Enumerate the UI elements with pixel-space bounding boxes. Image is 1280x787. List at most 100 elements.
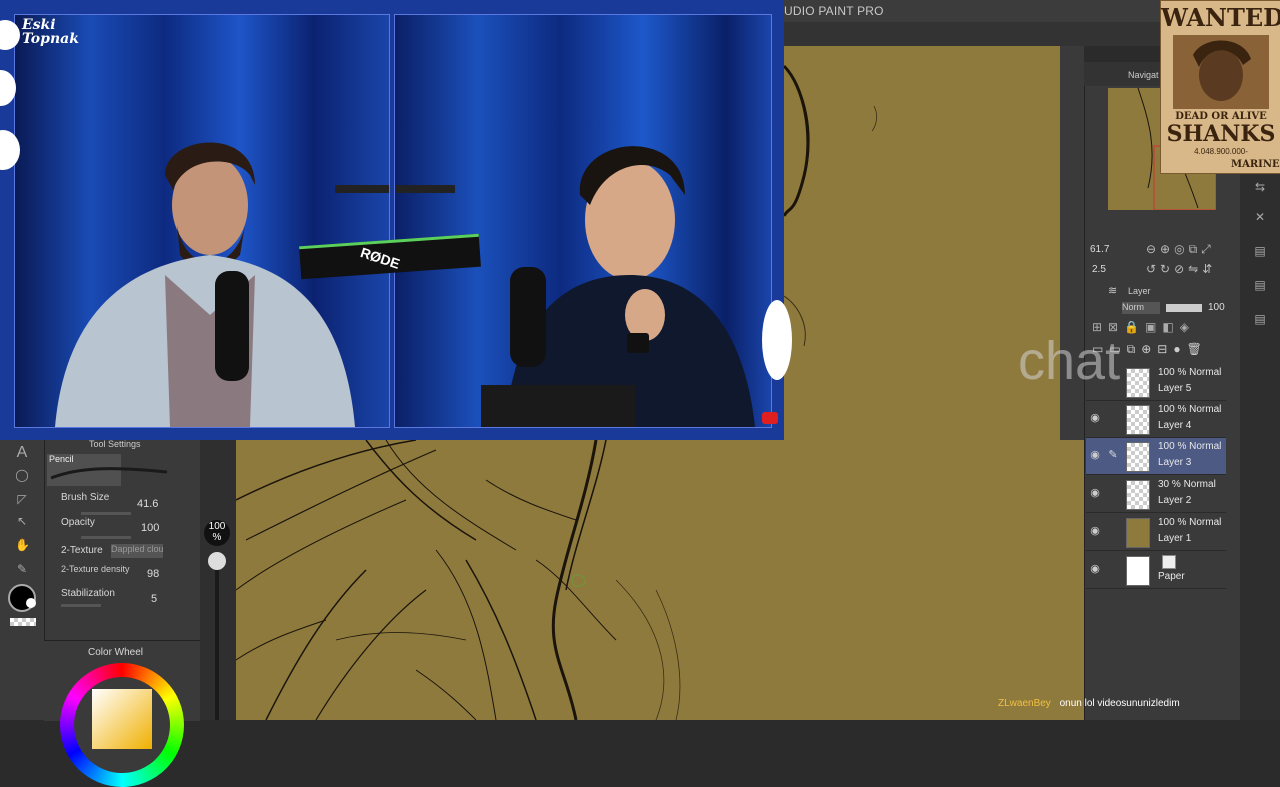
brush-size-value[interactable]: 41.6 — [137, 498, 158, 510]
zoom-indicator: 100 % — [204, 520, 230, 546]
tool-settings-title: Tool Settings — [89, 439, 141, 449]
texture-density-value[interactable]: 98 — [147, 568, 159, 580]
layer-blend: 100 % Normal — [1158, 367, 1222, 378]
panel-icon[interactable]: ▤ — [1253, 244, 1267, 258]
layer-opacity-value[interactable]: 100 — [1208, 302, 1225, 313]
youtube-icon — [762, 412, 778, 424]
layer-blend: 100 % Normal — [1158, 441, 1222, 452]
menu-bar — [784, 22, 1160, 46]
layer-row[interactable]: ◉ Paper — [1086, 552, 1226, 589]
zoom-slider-handle[interactable] — [208, 552, 226, 570]
chat-watermark: chat — [1018, 331, 1121, 391]
brush-size-label: Brush Size — [61, 492, 110, 503]
layer-blend: 100 % Normal — [1158, 517, 1222, 528]
saturation-square[interactable] — [92, 689, 152, 749]
eye-icon[interactable]: ◉ — [1088, 411, 1102, 425]
layer-opacity-slider[interactable] — [1166, 304, 1202, 312]
opacity-slider[interactable] — [81, 536, 131, 539]
eye-icon[interactable]: ◉ — [1088, 524, 1102, 538]
drawing-canvas-lower[interactable] — [236, 440, 1086, 720]
channel-logo: Eski Topnak — [22, 17, 79, 68]
wanted-portrait — [1173, 35, 1269, 109]
white-shape-right — [762, 300, 792, 380]
paper-icon — [1162, 555, 1176, 569]
layer-thumbnail — [1126, 405, 1150, 435]
color-wheel-title: Color Wheel — [88, 647, 144, 658]
opacity-value[interactable]: 100 — [141, 522, 159, 534]
wanted-name: SHANKS — [1166, 121, 1276, 147]
lasso-tool-icon[interactable]: ◯ — [15, 468, 29, 482]
white-shapes — [0, 20, 22, 170]
chat-message: ZLwaenBey onun lol videosununizledim — [998, 698, 1180, 709]
layer-thumbnail — [1126, 442, 1150, 472]
color-wheel[interactable] — [60, 663, 184, 787]
opacity-label: Opacity — [61, 517, 95, 528]
eye-icon[interactable]: ◉ — [1088, 486, 1102, 500]
navigator-rotate-buttons[interactable]: ↺↻⊘⇋⇵ — [1146, 262, 1216, 276]
person-left — [55, 142, 389, 427]
layer-row-active[interactable]: ◉ ✎ 100 % Normal Layer 3 — [1086, 438, 1226, 475]
zoom-slider-track[interactable] — [215, 560, 219, 720]
eye-icon[interactable]: ◉ — [1088, 448, 1102, 462]
wanted-bounty: 4.048.900.000- — [1194, 147, 1248, 156]
move-tool-icon[interactable]: ↖ — [15, 514, 29, 528]
layer-row[interactable]: ◉ 100 % Normal Layer 1 — [1086, 514, 1226, 551]
panel-icon[interactable]: ▤ — [1253, 312, 1267, 326]
layer-blend: 30 % Normal — [1158, 479, 1216, 490]
blend-mode-select[interactable]: Norm — [1122, 302, 1160, 314]
navigator-zoom-value[interactable]: 61.7 — [1090, 244, 1109, 255]
app-title: UDIO PAINT PRO — [784, 4, 884, 18]
logo-line2: Topnak — [22, 31, 79, 47]
panel-icon[interactable]: ▤ — [1253, 278, 1267, 292]
panel-icon[interactable]: ⇆ — [1253, 180, 1267, 194]
layer-row[interactable]: ◉ 30 % Normal Layer 2 — [1086, 476, 1226, 513]
brush-stroke-preview — [50, 467, 168, 480]
stabilization-slider[interactable] — [61, 604, 101, 607]
layer-name: Layer 2 — [1158, 495, 1192, 506]
tool-settings-panel: Tool Settings Pencil Brush Size 41.6 Opa… — [44, 439, 201, 640]
chat-text: onun lol videosununizledim — [1059, 698, 1180, 709]
wanted-poster: WANTED DEAD OR ALIVE SHANKS 4.048.900.00… — [1160, 0, 1280, 174]
zoom-unit: % — [212, 532, 222, 543]
layer-blend: 100 % Normal — [1158, 404, 1222, 415]
stabilization-value[interactable]: 5 — [151, 593, 157, 605]
layer-thumbnail — [1126, 480, 1150, 510]
layer-name: Layer 5 — [1158, 383, 1192, 394]
texture-select[interactable]: Dappled clou — [111, 544, 163, 558]
navigator-rotate-value[interactable]: 2.5 — [1092, 264, 1106, 275]
stabilization-label: Stabilization — [61, 588, 115, 599]
text-tool-icon[interactable]: A — [15, 445, 29, 461]
layer-thumbnail — [1126, 518, 1150, 548]
navigator-label: Navigat — [1128, 70, 1159, 80]
brush-preview[interactable]: Pencil — [47, 454, 168, 486]
brush-size-slider[interactable] — [81, 512, 131, 515]
person-right — [395, 146, 755, 427]
tool-palette: A ◯ ◸ ↖ ✋ ✎ — [0, 440, 44, 720]
sketch-strokes-lower — [236, 440, 681, 720]
pen-tool-icon[interactable]: ◸ — [15, 492, 29, 506]
eye-icon[interactable]: ◉ — [1088, 562, 1102, 576]
sub-color-swatch[interactable] — [26, 598, 36, 608]
layer-row[interactable]: ◉ 100 % Normal Layer 4 — [1086, 401, 1226, 438]
hand-tool-icon[interactable]: ✋ — [15, 538, 30, 552]
layer-thumbnail — [1126, 368, 1150, 398]
texture-density-label: 2-Texture density — [61, 564, 130, 574]
eyedropper-tool-icon[interactable]: ✎ — [15, 562, 29, 576]
webcam-overlay: RØDE Eski Topnak — [0, 0, 784, 440]
close-icon[interactable]: ✕ — [1253, 210, 1267, 224]
webcam-right — [394, 14, 772, 428]
layer-tab[interactable]: ≋ Layer — [1106, 284, 1186, 298]
layer-name: Layer 4 — [1158, 420, 1192, 431]
webcam-left — [14, 14, 390, 428]
layer-stack-icon: ≋ — [1108, 285, 1118, 297]
layer-name: Layer 1 — [1158, 533, 1192, 544]
portrait-sketch — [1193, 40, 1251, 101]
logo-line1: Eski — [22, 17, 56, 33]
color-wheel-panel: Color Wheel — [44, 640, 200, 787]
transparent-color-swatch[interactable] — [10, 618, 36, 626]
chat-username: ZLwaenBey — [998, 698, 1051, 709]
navigator-zoom-buttons[interactable]: ⊖⊕◎⧉⤢ — [1146, 242, 1215, 257]
zoom-slider-column: 100 % — [200, 440, 236, 720]
wanted-title: WANTED — [1161, 3, 1280, 32]
layer-tab-label: Layer — [1128, 286, 1151, 296]
